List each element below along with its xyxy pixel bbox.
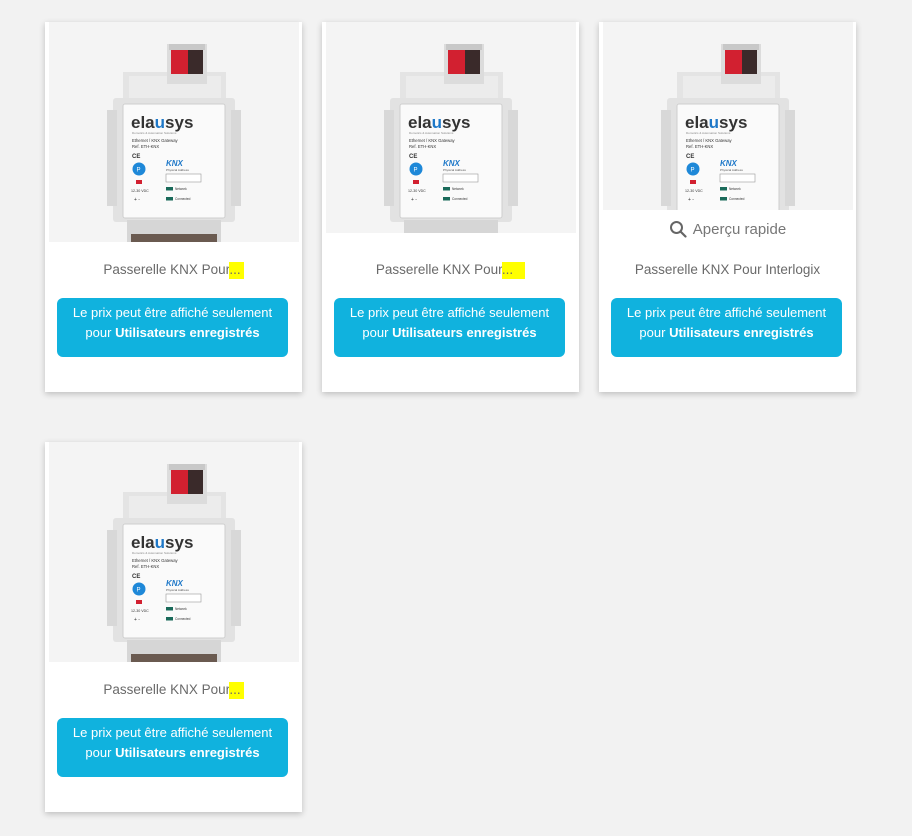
knx-gateway-image: elausys Domotics & Automation Solutions … xyxy=(326,22,576,233)
price-line-1: Le prix peut être affiché seulement xyxy=(349,305,550,320)
svg-text:Network: Network xyxy=(175,187,187,191)
product-image[interactable]: elausys Domotics & Automation Solutions … xyxy=(326,22,576,233)
knx-gateway-image: elausys Domotics & Automation Solutions … xyxy=(49,442,299,662)
svg-text:CE: CE xyxy=(409,154,417,160)
registered-users-link[interactable]: Utilisateurs enregistrés xyxy=(392,325,537,340)
registered-users-link[interactable]: Utilisateurs enregistrés xyxy=(669,325,814,340)
svg-text:P: P xyxy=(137,588,141,594)
svg-text:Ethernet / KNX Gateway: Ethernet / KNX Gateway xyxy=(409,138,456,143)
svg-text:KNX: KNX xyxy=(166,159,184,168)
svg-text:Network: Network xyxy=(175,607,187,611)
product-title[interactable]: Passerelle KNX Pour... xyxy=(322,262,579,279)
registered-users-link[interactable]: Utilisateurs enregistrés xyxy=(115,745,260,760)
svg-text:Connected: Connected xyxy=(175,197,191,201)
svg-text:elausys: elausys xyxy=(685,113,747,132)
svg-text:Ethernet / KNX Gateway: Ethernet / KNX Gateway xyxy=(686,138,733,143)
svg-text:Network: Network xyxy=(452,187,464,191)
price-line-1: Le prix peut être affiché seulement xyxy=(72,725,273,740)
svg-text:Network: Network xyxy=(729,187,741,191)
knx-gateway-image: elausys Domotics & Automation Solutions … xyxy=(49,22,299,242)
svg-text:Connected: Connected xyxy=(452,197,468,201)
product-image[interactable]: elausys Domotics & Automation Solutions … xyxy=(49,22,299,242)
product-card[interactable]: elausys Domotics & Automation Solutions … xyxy=(599,22,856,392)
svg-text:KNX: KNX xyxy=(166,579,184,588)
svg-text:KNX: KNX xyxy=(443,159,461,168)
svg-text:12-30 VDC: 12-30 VDC xyxy=(685,189,703,193)
svg-text:12-30 VDC: 12-30 VDC xyxy=(408,189,426,193)
product-card[interactable]: elausys Domotics & Automation Solutions … xyxy=(45,22,302,392)
svg-text:Physical Address: Physical Address xyxy=(166,168,189,172)
product-title[interactable]: Passerelle KNX Pour Interlogix xyxy=(599,262,856,277)
svg-text:+ -: + - xyxy=(411,197,417,203)
price-line-1: Le prix peut être affiché seulement xyxy=(626,305,827,320)
svg-text:Ref. ETH-KNX: Ref. ETH-KNX xyxy=(686,144,713,149)
svg-text:Ethernet / KNX Gateway: Ethernet / KNX Gateway xyxy=(132,558,179,563)
svg-text:+ -: + - xyxy=(134,617,140,623)
svg-text:Connected: Connected xyxy=(175,617,191,621)
quick-view-label: Aperçu rapide xyxy=(692,220,787,238)
svg-text:P: P xyxy=(137,168,141,174)
svg-text:P: P xyxy=(414,168,418,174)
product-title[interactable]: Passerelle KNX Pour... xyxy=(45,682,302,699)
svg-text:Physical Address: Physical Address xyxy=(720,168,743,172)
svg-text:Physical Address: Physical Address xyxy=(443,168,466,172)
svg-text:elausys: elausys xyxy=(131,113,193,132)
registered-users-link[interactable]: Utilisateurs enregistrés xyxy=(115,325,260,340)
search-icon xyxy=(669,221,687,238)
svg-text:Domotics & Automation Solution: Domotics & Automation Solutions xyxy=(686,131,731,135)
product-image[interactable]: elausys Domotics & Automation Solutions … xyxy=(603,22,853,210)
svg-text:CE: CE xyxy=(686,154,694,160)
price-line-2-prefix: pour xyxy=(639,325,670,340)
product-title-text[interactable]: Passerelle KNX Pour Interlogix xyxy=(635,262,820,277)
svg-text:Domotics & Automation Solution: Domotics & Automation Solutions xyxy=(132,131,177,135)
svg-text:Domotics & Automation Solution: Domotics & Automation Solutions xyxy=(409,131,454,135)
product-card[interactable]: elausys Domotics & Automation Solutions … xyxy=(322,22,579,392)
svg-text:Domotics & Automation Solution: Domotics & Automation Solutions xyxy=(132,551,177,555)
svg-text:Ethernet / KNX Gateway: Ethernet / KNX Gateway xyxy=(132,138,179,143)
knx-gateway-image: elausys Domotics & Automation Solutions … xyxy=(603,22,853,210)
title-ellipsis: ... xyxy=(229,682,244,699)
quick-view-button[interactable]: Aperçu rapide xyxy=(599,220,856,238)
svg-text:CE: CE xyxy=(132,574,140,580)
product-title[interactable]: Passerelle KNX Pour... xyxy=(45,262,302,279)
title-ellipsis: ... xyxy=(501,262,526,279)
title-ellipsis: ... xyxy=(229,262,244,279)
svg-text:Ref. ETH-KNX: Ref. ETH-KNX xyxy=(132,564,159,569)
product-card[interactable]: elausys Domotics & Automation Solutions … xyxy=(45,442,302,812)
svg-text:CE: CE xyxy=(132,154,140,160)
svg-text:+ -: + - xyxy=(688,197,694,203)
price-line-2-prefix: pour xyxy=(85,325,116,340)
svg-text:elausys: elausys xyxy=(408,113,470,132)
svg-text:P: P xyxy=(691,168,695,174)
product-image[interactable]: elausys Domotics & Automation Solutions … xyxy=(49,442,299,662)
price-line-2-prefix: pour xyxy=(362,325,393,340)
svg-text:Ref. ETH-KNX: Ref. ETH-KNX xyxy=(409,144,436,149)
svg-text:Connected: Connected xyxy=(729,197,745,201)
product-title-text[interactable]: Passerelle KNX Pour xyxy=(103,682,229,697)
price-line-1: Le prix peut être affiché seulement xyxy=(72,305,273,320)
svg-text:KNX: KNX xyxy=(720,159,738,168)
svg-text:Physical Address: Physical Address xyxy=(166,588,189,592)
product-title-text[interactable]: Passerelle KNX Pour xyxy=(376,262,502,277)
svg-text:elausys: elausys xyxy=(131,533,193,552)
login-for-price-button[interactable]: Le prix peut être affiché seulement pour … xyxy=(57,298,288,357)
svg-text:12-30 VDC: 12-30 VDC xyxy=(131,189,149,193)
login-for-price-button[interactable]: Le prix peut être affiché seulement pour … xyxy=(334,298,565,357)
svg-text:12-30 VDC: 12-30 VDC xyxy=(131,609,149,613)
login-for-price-button[interactable]: Le prix peut être affiché seulement pour … xyxy=(57,718,288,777)
product-title-text[interactable]: Passerelle KNX Pour xyxy=(103,262,229,277)
svg-text:Ref. ETH-KNX: Ref. ETH-KNX xyxy=(132,144,159,149)
price-line-2-prefix: pour xyxy=(85,745,116,760)
svg-text:+ -: + - xyxy=(134,197,140,203)
login-for-price-button[interactable]: Le prix peut être affiché seulement pour … xyxy=(611,298,842,357)
